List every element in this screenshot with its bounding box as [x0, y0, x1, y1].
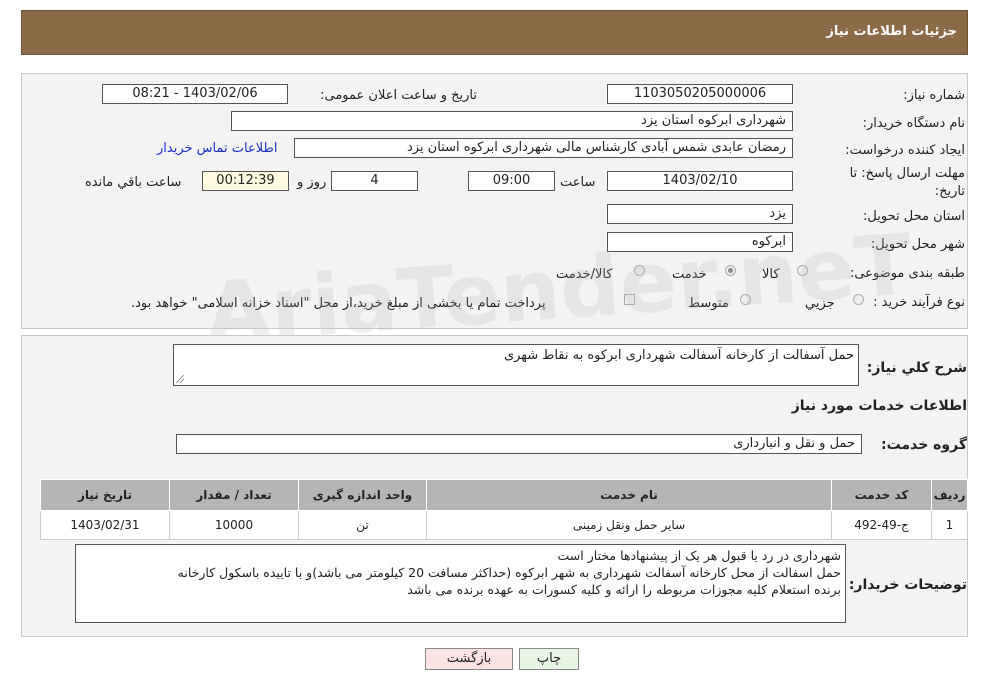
page-header: جزئیات اطلاعات نیاز — [21, 10, 968, 55]
back-button[interactable]: بازگشت — [425, 648, 513, 670]
table-row: 1 ج-49-492 سایر حمل ونقل زمینی تن 10000 … — [40, 510, 968, 540]
cell-need-date: 1403/02/31 — [40, 510, 170, 540]
service-group-label: گروه خدمت: — [881, 437, 967, 453]
remaining-time-label: ساعت باقي مانده — [85, 175, 182, 190]
column-header-need-date: تاريخ نياز — [40, 479, 170, 511]
need-number-label: شماره نیاز: — [903, 88, 965, 103]
page-title: جزئیات اطلاعات نیاز — [826, 24, 957, 39]
announce-date-field: 1403/02/06 - 08:21 — [102, 84, 288, 104]
cell-quantity: 10000 — [169, 510, 299, 540]
services-section-title: اطلاعات خدمات مورد نياز — [791, 398, 967, 414]
creator-label: ایجاد کننده درخواست: — [845, 143, 965, 158]
province-field: یزد — [607, 204, 793, 224]
remaining-days-field: 4 — [331, 171, 418, 191]
deadline-label-line2: تاریخ: — [934, 184, 965, 199]
remaining-time-field: 00:12:39 — [202, 171, 289, 191]
services-table: رديف کد خدمت نام خدمت واحد اندازه گيری ت… — [40, 479, 968, 540]
deadline-label-line1: مهلت ارسال پاسخ: تا — [849, 166, 965, 181]
column-header-unit: واحد اندازه گيری — [298, 479, 427, 511]
column-header-service-code: کد خدمت — [831, 479, 932, 511]
buyer-note-line: حمل اسفالت از محل کارخانه آسفالت شهرداری… — [177, 565, 841, 580]
column-header-service-name: نام خدمت — [426, 479, 832, 511]
deadline-time-field: 09:00 — [468, 171, 555, 191]
need-number-field: 1103050205000006 — [607, 84, 793, 104]
buyer-note-line: شهرداری در رد یا قبول هر یک از پیشنهادها… — [557, 548, 841, 563]
announce-date-label: تاریخ و ساعت اعلان عمومی: — [320, 88, 477, 103]
buyer-org-label: نام دستگاه خریدار: — [862, 116, 965, 131]
summary-textarea: حمل آسفالت از کارخانه آسفالت شهرداری ابر… — [173, 344, 859, 386]
cell-unit: تن — [298, 510, 427, 540]
buyer-contact-link[interactable]: اطلاعات تماس خریدار — [157, 141, 277, 156]
deadline-time-label: ساعت — [560, 175, 596, 190]
print-button[interactable]: چاپ — [519, 648, 579, 670]
days-label: روز و — [297, 175, 327, 190]
column-header-row-number: رديف — [931, 479, 968, 511]
table-header-row: رديف کد خدمت نام خدمت واحد اندازه گيری ت… — [40, 479, 968, 511]
buyer-notes-label: توضيحات خريدار: — [848, 577, 967, 593]
cell-row-number: 1 — [931, 510, 968, 540]
summary-text: حمل آسفالت از کارخانه آسفالت شهرداری ابر… — [503, 348, 854, 363]
service-group-field: حمل و نقل و انبارداری — [176, 434, 862, 454]
summary-label: شرح کلي نياز: — [866, 360, 967, 376]
creator-field: رمضان عابدی شمس آبادی کارشناس مالی شهردا… — [294, 138, 793, 158]
resize-grip[interactable] — [176, 375, 184, 383]
column-header-quantity: تعداد / مقدار — [169, 479, 299, 511]
buyer-note-line: برنده استعلام کلیه مجوزات مربوطه را ارائ… — [407, 582, 841, 597]
cell-service-code: ج-49-492 — [831, 510, 932, 540]
deadline-date-field: 1403/02/10 — [607, 171, 793, 191]
buyer-notes-textarea: شهرداری در رد یا قبول هر یک از پیشنهادها… — [75, 544, 846, 623]
buyer-org-field: شهرداری ابرکوه استان یزد — [231, 111, 793, 131]
cell-service-name: سایر حمل ونقل زمینی — [426, 510, 832, 540]
